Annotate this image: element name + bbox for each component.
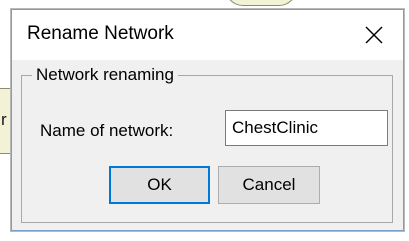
rename-network-dialog: Rename Network Network renaming Name of … (11, 9, 404, 231)
cancel-button[interactable]: Cancel (218, 166, 320, 204)
network-name-input[interactable] (225, 110, 388, 146)
dialog-title: Rename Network (27, 23, 174, 44)
close-button[interactable] (345, 10, 403, 60)
dialog-titlebar: Rename Network (12, 10, 403, 60)
ok-button[interactable]: OK (109, 166, 210, 204)
network-name-label: Name of network: (40, 121, 174, 140)
close-icon (364, 25, 384, 45)
background-node (225, 0, 297, 6)
background-node-label: r (1, 110, 7, 129)
group-legend: Network renaming (32, 65, 178, 85)
network-renaming-group: Network renaming Name of network: OK Can… (21, 65, 393, 223)
